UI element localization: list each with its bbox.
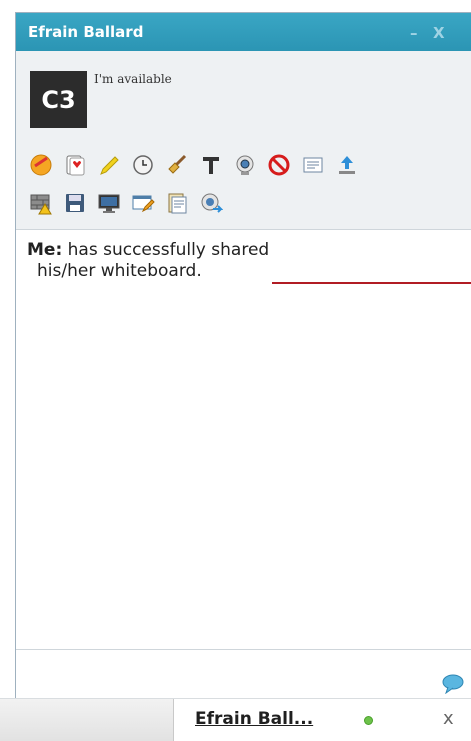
message-text-line-1: has successfully shared <box>62 240 270 260</box>
emoticon-icon[interactable] <box>28 152 54 178</box>
taskbar-blank-tab[interactable] <box>0 699 174 741</box>
message-sender: Me: <box>27 240 63 260</box>
toolbar <box>28 149 468 219</box>
avatar: C3 <box>30 71 87 128</box>
drawing-line <box>272 282 471 284</box>
toolbar-row-2 <box>28 187 468 219</box>
broom-icon[interactable] <box>164 152 190 178</box>
clock-icon[interactable] <box>130 152 156 178</box>
pencil-icon[interactable] <box>96 152 122 178</box>
minimize-button[interactable]: – <box>410 24 418 42</box>
ban-icon[interactable] <box>266 152 292 178</box>
contact-header: C3 I'm available <box>16 51 471 229</box>
firewall-warning-icon[interactable] <box>28 190 54 216</box>
message-history[interactable]: Me: has successfully shared his/her whit… <box>16 229 471 650</box>
monitor-icon[interactable] <box>96 190 122 216</box>
send-bubble-icon[interactable] <box>442 674 464 698</box>
notes-icon[interactable] <box>300 152 326 178</box>
taskbar: Efrain Ball... x <box>0 698 471 741</box>
chat-message: Me: has successfully shared his/her whit… <box>27 240 471 282</box>
chat-window: Efrain Ballard – X C3 I'm available Me: … <box>15 12 471 700</box>
upload-icon[interactable] <box>334 152 360 178</box>
save-icon[interactable] <box>62 190 88 216</box>
message-text-line-2: his/her whiteboard. <box>37 261 202 281</box>
card-game-icon[interactable] <box>62 152 88 178</box>
window-title: Efrain Ballard <box>28 23 144 41</box>
toolbar-row-1 <box>28 149 468 181</box>
edit-window-icon[interactable] <box>130 190 156 216</box>
close-tab-button[interactable]: x <box>443 708 454 729</box>
close-button[interactable]: X <box>433 24 445 42</box>
status-message: I'm available <box>94 72 172 86</box>
conversation-tab[interactable]: Efrain Ball... <box>195 709 313 729</box>
webcam-icon[interactable] <box>232 152 258 178</box>
message-input[interactable] <box>16 649 471 700</box>
webcam-share-icon[interactable] <box>198 190 224 216</box>
text-format-icon[interactable] <box>198 152 224 178</box>
online-status-icon <box>364 716 373 725</box>
clipboard-icon[interactable] <box>164 190 190 216</box>
title-bar[interactable]: Efrain Ballard – X <box>16 13 471 51</box>
